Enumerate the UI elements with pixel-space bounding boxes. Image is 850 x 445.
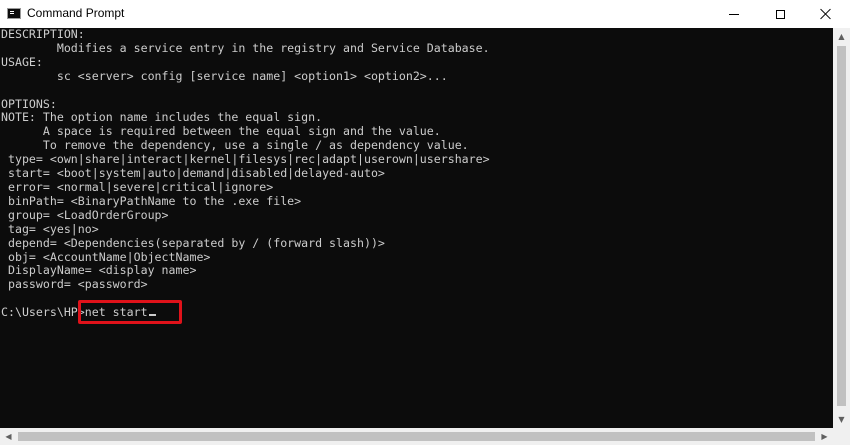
console-line: To remove the dependency, use a single /…: [1, 138, 469, 153]
console-line: start= <boot|system|auto|demand|disabled…: [1, 166, 385, 181]
maximize-icon: [775, 9, 785, 19]
window-title: Command Prompt: [27, 6, 125, 20]
console-text: DESCRIPTION: Modifies a service entry in…: [1, 28, 490, 320]
horizontal-scrollbar[interactable]: ◀ ▶: [0, 428, 833, 445]
console-line: A space is required between the equal si…: [1, 124, 441, 139]
title-bar[interactable]: Command Prompt: [0, 0, 850, 28]
close-button[interactable]: [803, 0, 849, 28]
close-icon: [820, 8, 832, 20]
minimize-button[interactable]: [711, 0, 757, 28]
console-line: error= <normal|severe|critical|ignore>: [1, 179, 274, 194]
vertical-scrollbar[interactable]: ▲ ▼: [833, 28, 850, 428]
console-line: Modifies a service entry in the registry…: [1, 40, 490, 55]
command-line[interactable]: C:\Users\HP>net start: [1, 305, 490, 320]
console-line: binPath= <BinaryPathName to the .exe fil…: [1, 193, 302, 208]
maximize-button[interactable]: [757, 0, 803, 28]
scroll-right-icon[interactable]: ▶: [816, 428, 833, 445]
cmd-icon: [7, 8, 21, 19]
minimize-icon: [729, 13, 739, 15]
console-line: group= <LoadOrderGroup>: [1, 207, 169, 222]
console-line: DisplayName= <display name>: [1, 263, 197, 278]
console-line: NOTE: The option name includes the equal…: [1, 110, 323, 125]
console-line: tag= <yes|no>: [1, 221, 99, 236]
console-line: OPTIONS:: [1, 96, 57, 111]
horizontal-scroll-thumb[interactable]: [18, 432, 815, 441]
console-line: USAGE:: [1, 54, 43, 69]
console-output[interactable]: DESCRIPTION: Modifies a service entry in…: [0, 28, 833, 428]
prompt-path: C:\Users\HP>: [1, 305, 85, 320]
scroll-left-icon[interactable]: ◀: [0, 428, 17, 445]
scrollbar-corner: [833, 428, 850, 445]
console-line: password= <password>: [1, 277, 148, 292]
scroll-down-icon[interactable]: ▼: [833, 411, 850, 428]
console-line: obj= <AccountName|ObjectName>: [1, 249, 211, 264]
command-highlight-box: [78, 300, 182, 324]
console-line: depend= <Dependencies(separated by / (fo…: [1, 235, 385, 250]
vertical-scroll-thumb[interactable]: [837, 46, 846, 406]
console-line: type= <own|share|interact|kernel|filesys…: [1, 152, 490, 167]
console-line: DESCRIPTION:: [1, 28, 85, 41]
command-prompt-window: Command Prompt DESCRIPTION: Modifies a s…: [0, 0, 850, 445]
scroll-up-icon[interactable]: ▲: [833, 28, 850, 45]
console-line: sc <server> config [service name] <optio…: [1, 68, 448, 83]
